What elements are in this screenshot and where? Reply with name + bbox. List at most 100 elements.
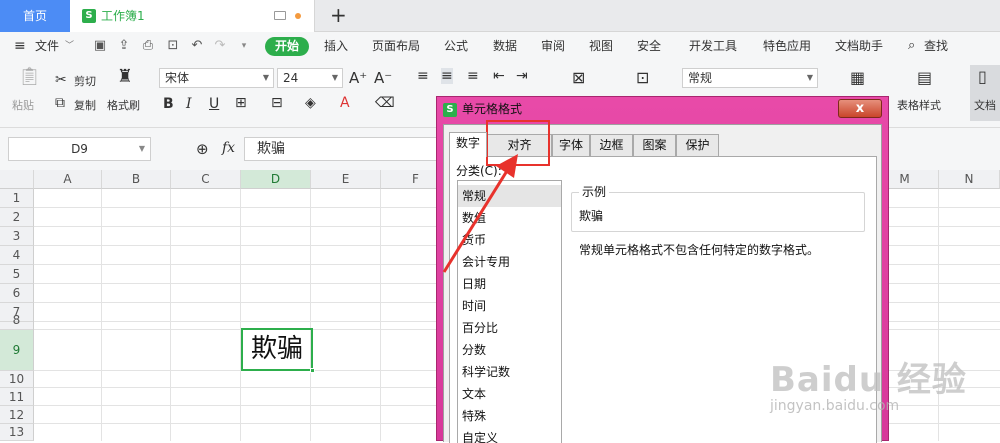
column-header-e[interactable]: E — [311, 170, 381, 189]
menu-features[interactable]: 特色应用 — [763, 32, 811, 60]
menu-security[interactable]: 安全 — [637, 32, 661, 60]
category-special[interactable]: 特殊 — [458, 405, 561, 427]
chevron-down-icon[interactable]: ﹀ — [65, 32, 74, 60]
undo-icon[interactable]: ↶ — [190, 39, 204, 53]
row-header-5[interactable]: 5 — [0, 265, 34, 284]
zoom-search-icon[interactable]: ⊕ — [196, 141, 209, 157]
format-painter-button[interactable]: 格式刷 — [107, 97, 140, 113]
category-time[interactable]: 时间 — [458, 295, 561, 317]
dialog-close-button[interactable]: x — [838, 99, 882, 118]
merge-center-icon[interactable]: ⊠ — [572, 70, 585, 86]
number-format-select[interactable]: 常规 ▼ — [682, 68, 818, 88]
wrap-text-icon[interactable]: ⊡ — [636, 70, 649, 86]
tab-home[interactable]: 首页 — [0, 0, 70, 32]
row-header-6[interactable]: 6 — [0, 284, 34, 303]
hamburger-icon[interactable]: ≡ — [14, 32, 26, 60]
tab-border[interactable]: 边框 — [590, 134, 633, 156]
select-all-corner[interactable] — [0, 170, 34, 189]
table-style-button[interactable]: 表格样式 — [897, 97, 941, 113]
column-header-n[interactable]: N — [939, 170, 1000, 189]
search-icon[interactable]: ⌕ — [908, 32, 915, 60]
menu-data[interactable]: 数据 — [493, 32, 517, 60]
print-preview-icon[interactable]: ⊡ — [166, 39, 180, 53]
menu-formulas[interactable]: 公式 — [444, 32, 468, 60]
conditional-format-icon[interactable]: ▦ — [850, 70, 865, 86]
decrease-font-icon[interactable]: A⁻ — [374, 70, 392, 86]
cut-button[interactable]: 剪切 — [74, 73, 96, 89]
font-color-icon[interactable]: A — [340, 95, 350, 111]
copy-icon[interactable]: ⧉ — [55, 95, 65, 111]
unsaved-dot-icon — [295, 13, 301, 19]
column-header-b[interactable]: B — [102, 170, 171, 189]
underline-icon[interactable]: U — [209, 96, 219, 112]
category-text[interactable]: 文本 — [458, 383, 561, 405]
quick-access-dropdown-icon[interactable]: ▾ — [237, 39, 251, 53]
new-tab-plus-icon[interactable]: + — [330, 3, 347, 27]
baidu-watermark: Baidu 经验 — [770, 360, 967, 400]
name-box[interactable]: D9 ▼ — [8, 137, 151, 161]
formula-input[interactable]: 欺骗 — [244, 137, 444, 161]
paste-clipboard-icon[interactable]: 📋︎ — [18, 68, 41, 86]
fx-icon[interactable]: fx — [222, 140, 235, 156]
row-header-9[interactable]: 9 — [0, 330, 34, 371]
redo-icon[interactable]: ↷ — [213, 39, 227, 53]
tab-patterns[interactable]: 图案 — [633, 134, 676, 156]
print-icon[interactable]: ⎙ — [141, 39, 155, 53]
menu-page-layout[interactable]: 页面布局 — [372, 32, 420, 60]
indent-decrease-icon[interactable]: ⇤ — [493, 68, 505, 84]
align-middle-icon[interactable]: ≡ — [441, 68, 453, 84]
fill-color-icon[interactable]: ◈ — [305, 95, 316, 111]
italic-icon[interactable]: I — [186, 96, 192, 112]
row-header-3[interactable]: 3 — [0, 227, 34, 246]
save-icon[interactable]: ▣ — [93, 39, 107, 53]
document-icon: ▯ — [978, 67, 987, 86]
menu-view[interactable]: 视图 — [589, 32, 613, 60]
borders-icon[interactable]: ⊞ — [235, 95, 247, 111]
menu-file[interactable]: 文件 — [35, 32, 59, 60]
column-header-c[interactable]: C — [171, 170, 241, 189]
export-icon[interactable]: ⇪ — [117, 39, 131, 53]
dialog-titlebar[interactable]: S 单元格格式 x — [437, 97, 888, 122]
copy-button[interactable]: 复制 — [74, 97, 96, 113]
merge-cells-icon[interactable]: ⊟ — [271, 95, 283, 111]
clear-format-icon[interactable]: ⌫ — [375, 95, 395, 111]
row-header-12[interactable]: 12 — [0, 406, 34, 424]
row-header-10[interactable]: 10 — [0, 371, 34, 388]
menu-insert[interactable]: 插入 — [324, 32, 348, 60]
category-percentage[interactable]: 百分比 — [458, 317, 561, 339]
bold-icon[interactable]: B — [163, 96, 174, 112]
menu-review[interactable]: 审阅 — [541, 32, 565, 60]
category-fraction[interactable]: 分数 — [458, 339, 561, 361]
menu-doc-assistant[interactable]: 文档助手 — [835, 32, 883, 60]
fill-handle[interactable] — [310, 368, 315, 373]
scissors-icon[interactable]: ✂ — [55, 72, 67, 88]
row-header-2[interactable]: 2 — [0, 208, 34, 227]
tab-protection[interactable]: 保护 — [676, 134, 719, 156]
tab-font[interactable]: 字体 — [552, 134, 590, 156]
category-scientific[interactable]: 科学记数 — [458, 361, 561, 383]
paste-button[interactable]: 粘贴 — [12, 97, 34, 113]
menu-start[interactable]: 开始 — [265, 37, 309, 56]
row-header-4[interactable]: 4 — [0, 246, 34, 265]
active-cell-d9[interactable]: 欺骗 — [241, 328, 313, 371]
align-top-icon[interactable]: ≡ — [417, 68, 429, 84]
doc-panel-button[interactable]: ▯ 文档 — [970, 65, 1000, 121]
font-size-select[interactable]: 24 ▼ — [277, 68, 343, 88]
align-bottom-icon[interactable]: ≡ — [467, 68, 479, 84]
menu-developer[interactable]: 开发工具 — [689, 32, 737, 60]
column-header-a[interactable]: A — [34, 170, 102, 189]
table-style-icon[interactable]: ▤ — [917, 70, 932, 86]
monitor-icon[interactable] — [274, 11, 286, 20]
tab-workbook[interactable]: S 工作簿1 — [70, 0, 315, 32]
menu-search[interactable]: 查找 — [924, 32, 948, 60]
font-size-value: 24 — [283, 71, 299, 85]
increase-font-icon[interactable]: A⁺ — [349, 70, 367, 86]
tab-number[interactable]: 数字 — [449, 132, 487, 157]
column-header-d[interactable]: D — [241, 170, 311, 189]
row-header-13[interactable]: 13 — [0, 424, 34, 441]
row-header-1[interactable]: 1 — [0, 189, 34, 208]
font-name-select[interactable]: 宋体 ▼ — [159, 68, 274, 88]
format-painter-icon[interactable]: ♜ — [115, 68, 135, 86]
row-header-11[interactable]: 11 — [0, 388, 34, 406]
indent-increase-icon[interactable]: ⇥ — [516, 68, 528, 84]
